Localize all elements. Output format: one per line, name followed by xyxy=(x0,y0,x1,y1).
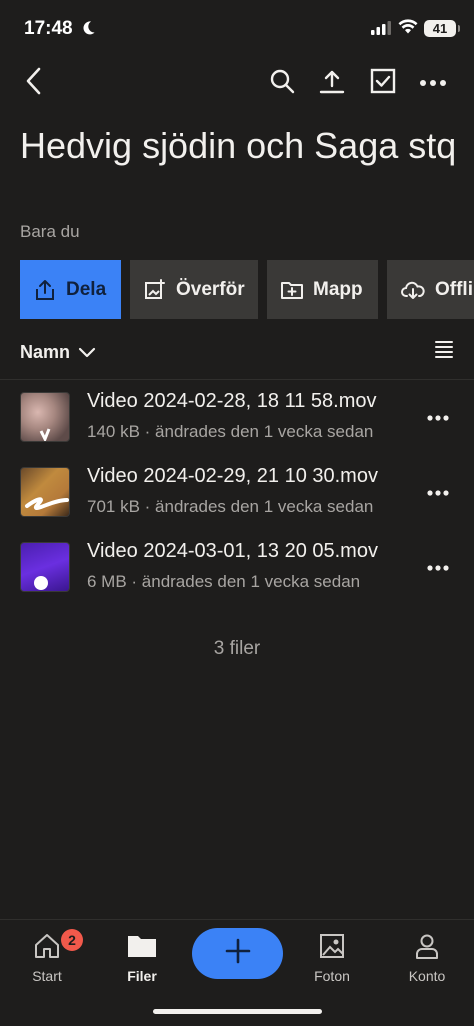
share-icon xyxy=(34,279,56,301)
file-name: Video 2024-03-01, 13 20 05.mov xyxy=(87,540,378,562)
folder-sharing-status: Bara du xyxy=(20,222,80,241)
new-folder-icon xyxy=(281,279,303,301)
share-button[interactable]: Dela xyxy=(20,260,121,319)
moon-icon xyxy=(80,20,96,41)
back-button[interactable] xyxy=(14,63,54,103)
offline-label: Offline xyxy=(435,278,474,300)
file-more-button[interactable] xyxy=(420,552,456,582)
select-icon xyxy=(370,68,396,99)
more-options-button[interactable] xyxy=(413,63,453,103)
file-row[interactable]: Video 2024-02-29, 21 10 30.mov 701 kB · … xyxy=(0,465,474,539)
file-name: Video 2024-02-28, 18 11 58.mov xyxy=(87,390,377,412)
view-toggle-button[interactable] xyxy=(434,340,454,363)
transfer-label: Överför xyxy=(176,278,245,300)
tab-label: Start xyxy=(32,968,62,984)
upload-icon xyxy=(319,68,345,99)
tab-label: Filer xyxy=(127,968,157,984)
transfer-button[interactable]: Överför xyxy=(130,260,258,319)
upload-button[interactable] xyxy=(312,63,352,103)
offline-button[interactable]: Offline xyxy=(387,260,474,319)
file-meta: 701 kB · ändrades den 1 vecka sedan xyxy=(87,497,374,516)
sort-bar: Namn xyxy=(20,338,454,368)
offline-icon xyxy=(401,279,425,301)
sort-label: Namn xyxy=(20,342,71,362)
tab-files[interactable]: Filer xyxy=(102,930,182,984)
search-icon xyxy=(269,68,295,99)
back-icon xyxy=(23,67,45,100)
more-icon xyxy=(427,558,449,576)
wifi-icon xyxy=(398,19,418,39)
more-icon xyxy=(419,74,447,92)
file-row[interactable]: Video 2024-03-01, 13 20 05.mov 6 MB · än… xyxy=(0,540,474,614)
signal-icon xyxy=(371,21,391,40)
tab-label: Konto xyxy=(408,968,446,984)
file-more-button[interactable] xyxy=(420,402,456,432)
add-button[interactable] xyxy=(192,928,283,979)
folder-title: Hedvig sjödin och Saga stq xyxy=(20,125,457,166)
battery-indicator: 41 xyxy=(424,20,460,37)
action-buttons: Dela Överför Mapp Offline xyxy=(20,260,474,319)
tab-account[interactable]: Konto xyxy=(387,930,467,984)
account-icon xyxy=(387,930,467,962)
file-more-button[interactable] xyxy=(420,477,456,507)
file-meta: 6 MB · ändrades den 1 vecka sedan xyxy=(87,572,361,591)
list-view-icon xyxy=(434,341,454,362)
sort-dropdown[interactable]: Namn xyxy=(20,342,96,363)
status-time: 17:48 xyxy=(24,18,73,39)
chevron-down-icon xyxy=(78,347,96,359)
file-meta: 140 kB · ändrades den 1 vecka sedan xyxy=(87,422,374,441)
more-icon xyxy=(427,483,449,501)
more-icon xyxy=(427,408,449,426)
tab-start[interactable]: 2 Start xyxy=(7,929,87,984)
new-folder-button[interactable]: Mapp xyxy=(267,260,378,319)
transfer-icon xyxy=(144,278,166,301)
files-screen: 17:48 41 Hedvig sjödin och Saga stq Bara… xyxy=(0,0,474,1026)
divider xyxy=(0,379,474,380)
status-bar: 17:48 41 xyxy=(0,0,474,54)
plus-icon xyxy=(224,937,252,970)
notification-badge: 2 xyxy=(61,929,83,951)
file-count: 3 filer xyxy=(213,638,261,659)
select-button[interactable] xyxy=(363,63,403,103)
photos-icon xyxy=(292,930,372,962)
tab-photos[interactable]: Foton xyxy=(292,930,372,984)
video-thumbnail xyxy=(20,467,70,517)
file-name: Video 2024-02-29, 21 10 30.mov xyxy=(87,465,378,487)
tab-label: Foton xyxy=(314,968,350,984)
video-thumbnail xyxy=(20,392,70,442)
share-label: Dela xyxy=(66,278,107,300)
file-row[interactable]: Video 2024-02-28, 18 11 58.mov 140 kB · … xyxy=(0,390,474,464)
home-indicator xyxy=(153,1009,322,1014)
search-button[interactable] xyxy=(262,63,302,103)
video-thumbnail xyxy=(20,542,70,592)
new-folder-label: Mapp xyxy=(313,278,363,300)
folder-icon xyxy=(102,930,182,962)
